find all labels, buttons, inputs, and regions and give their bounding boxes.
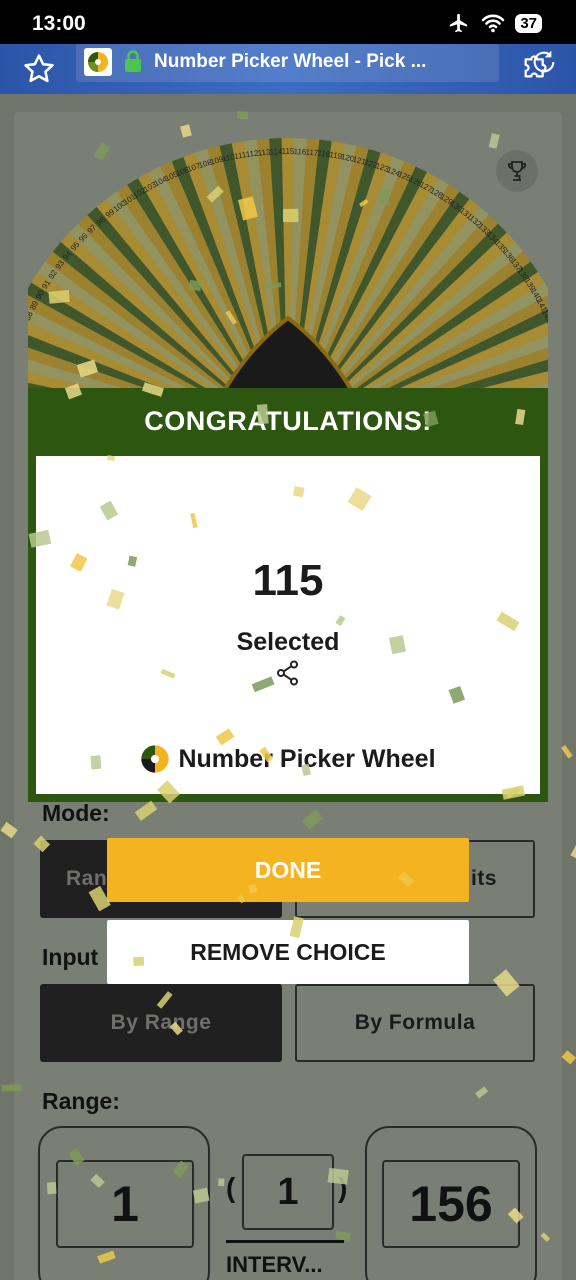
share-icon[interactable]: [276, 660, 300, 686]
range-end-input[interactable]: 156: [382, 1160, 520, 1248]
input-option-by-formula[interactable]: By Formula: [295, 984, 535, 1062]
interval-open-paren: (: [226, 1172, 236, 1203]
remove-choice-button[interactable]: REMOVE CHOICE: [107, 920, 469, 984]
extensions-puzzle-icon[interactable]: [520, 48, 554, 82]
status-icons: 37: [447, 12, 542, 34]
interval-arrow: [226, 1240, 344, 1243]
result-label: Selected: [236, 628, 340, 656]
range-start-input[interactable]: 1: [56, 1160, 194, 1248]
result-modal: CONGRATULATIONS! 115 Selected Number Pic…: [28, 388, 548, 802]
brand-logo-icon: [141, 745, 170, 773]
brand: Number Picker Wheel: [36, 744, 540, 774]
interval-close-paren: ): [338, 1172, 348, 1203]
input-option-by-range[interactable]: By Range: [40, 984, 282, 1062]
result-number: 115: [252, 556, 324, 605]
modal-body: 115 Selected Number Picker Wheel: [36, 456, 540, 794]
status-bar: 13:00 37: [0, 0, 576, 44]
site-favicon: [84, 48, 112, 76]
status-time: 13:00: [32, 12, 86, 35]
brand-name: Number Picker Wheel: [178, 744, 436, 773]
airplane-icon: [450, 13, 468, 33]
wifi-icon: [482, 14, 505, 33]
done-button[interactable]: DONE: [107, 838, 469, 902]
wheel-logo-icon: [88, 52, 108, 72]
input-label: Input: [42, 944, 99, 970]
lock-icon: [125, 50, 141, 72]
bookmark-star-icon[interactable]: [22, 52, 56, 86]
url-bar[interactable]: Number Picker Wheel - Pick ...: [76, 44, 555, 82]
interval-label: INTERV...: [226, 1252, 323, 1277]
number-wheel[interactable]: 7879808182838485868788899091929394959697…: [28, 138, 548, 398]
mode-label: Mode:: [42, 800, 110, 826]
page-title: Number Picker Wheel - Pick ...: [154, 51, 427, 72]
modal-title: CONGRATULATIONS!: [144, 405, 432, 436]
battery-indicator: 37: [515, 13, 542, 33]
range-label: Range:: [42, 1088, 120, 1114]
browser-toolbar: Number Picker Wheel - Pick ...: [0, 44, 576, 94]
interval-input[interactable]: 1: [242, 1154, 334, 1230]
